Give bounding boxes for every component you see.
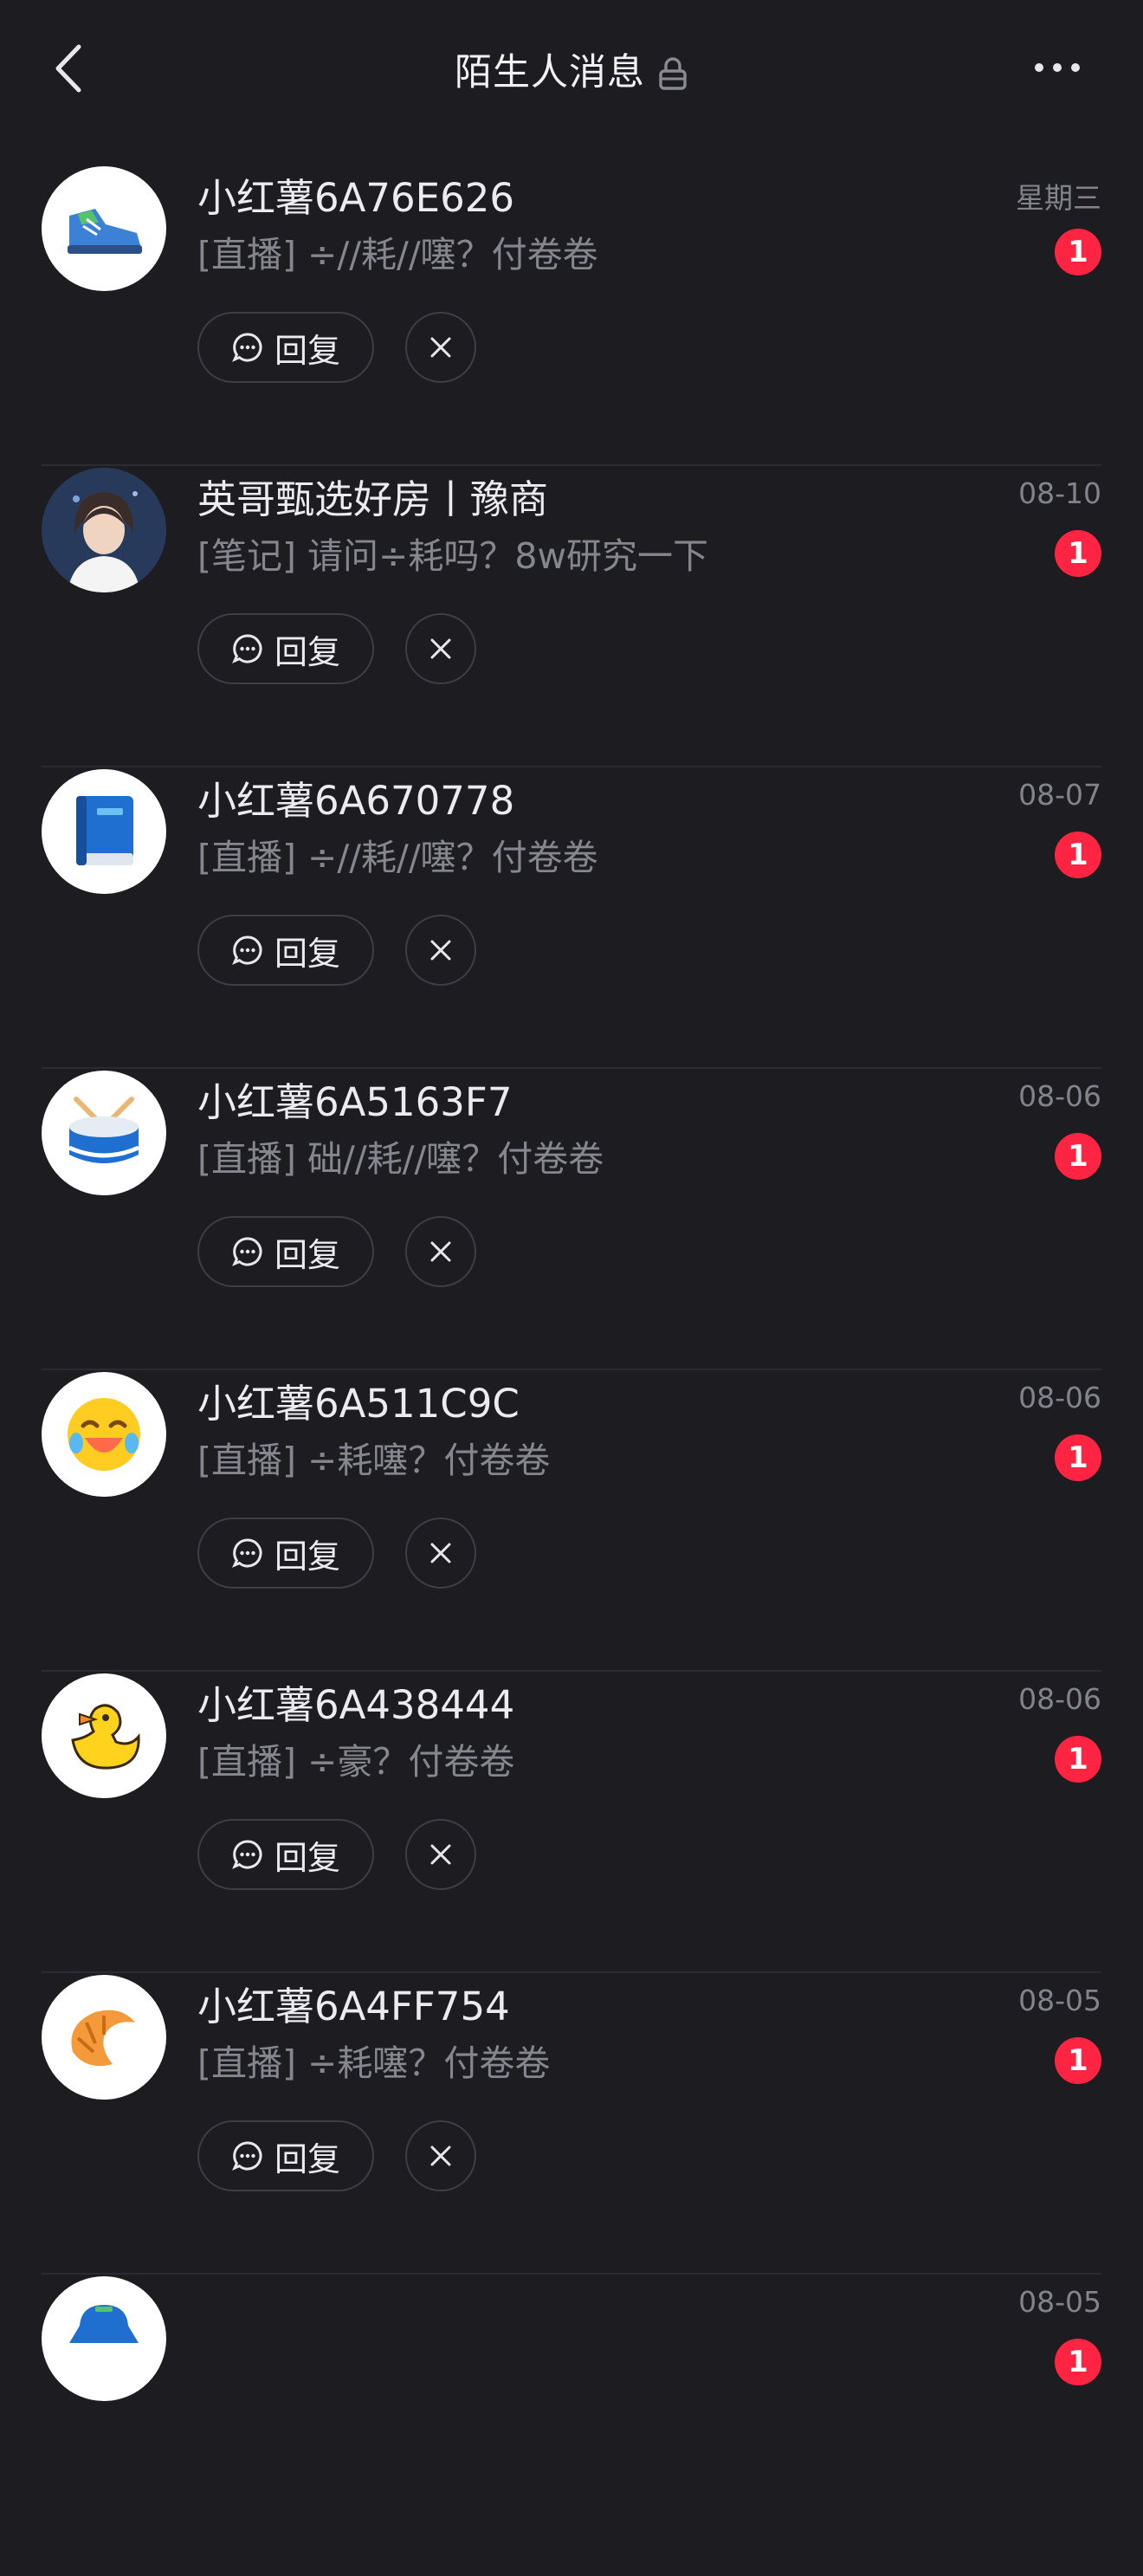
- book-icon: [76, 796, 133, 865]
- sender-name: 小红薯6A76E626: [197, 175, 514, 221]
- sender-name: 小红薯6A438444: [197, 1682, 515, 1728]
- close-icon: [430, 1241, 451, 1262]
- reply-button[interactable]: 回复: [197, 1518, 374, 1589]
- message-list: 小红薯6A76E626 星期三 [直播] ÷//耗//噻？付卷卷 1 回复 英哥…: [0, 165, 1143, 2576]
- chat-bubble-icon: [232, 1840, 262, 1869]
- message-item[interactable]: 08-05 1: [0, 2275, 1143, 2576]
- chat-bubble-icon: [232, 634, 262, 663]
- unread-badge: 1: [1055, 832, 1101, 878]
- message-date: 08-06: [1018, 1079, 1101, 1113]
- message-preview: [直播] ÷//耗//噻？付卷卷: [197, 837, 598, 878]
- avatar[interactable]: [42, 1071, 166, 1195]
- reply-label: 回复: [274, 1537, 340, 1576]
- reply-button[interactable]: 回复: [197, 1819, 374, 1890]
- reply-button[interactable]: 回复: [197, 613, 374, 684]
- avatar[interactable]: [42, 1975, 166, 2100]
- close-icon: [430, 1844, 451, 1865]
- message-item[interactable]: 小红薯6A511C9C 08-06 [直播] ÷耗噻？付卷卷 1 回复: [0, 1370, 1143, 1672]
- reply-label: 回复: [274, 331, 340, 370]
- message-preview: [直播] ÷豪？付卷卷: [197, 1741, 515, 1783]
- unread-badge: 1: [1055, 530, 1101, 577]
- avatar[interactable]: [42, 1673, 166, 1798]
- more-button[interactable]: [1027, 50, 1088, 85]
- message-item[interactable]: 小红薯6A4FF754 08-05 [直播] ÷耗噻？付卷卷 1 回复: [0, 1973, 1143, 2275]
- close-icon: [430, 940, 451, 961]
- sender-name: 小红薯6A511C9C: [197, 1381, 520, 1427]
- message-date: 08-10: [1018, 476, 1101, 510]
- close-icon: [430, 1543, 451, 1563]
- avatar[interactable]: [42, 2276, 166, 2401]
- avatar[interactable]: [42, 166, 166, 291]
- sender-name: 小红薯6A4FF754: [197, 1984, 510, 2029]
- unread-badge: 1: [1055, 1736, 1101, 1783]
- chat-bubble-icon: [232, 1237, 262, 1266]
- page-title: 陌生人消息: [455, 51, 645, 94]
- top-bar: 陌生人消息: [0, 0, 1143, 137]
- sender-name: 英哥甄选好房丨豫商: [197, 476, 549, 522]
- hat-icon: [69, 2305, 139, 2343]
- sender-name: 小红薯6A5163F7: [197, 1079, 513, 1125]
- dismiss-button[interactable]: [405, 312, 476, 383]
- chat-bubble-icon: [232, 935, 262, 965]
- title-area: 陌生人消息: [0, 42, 1143, 97]
- message-item[interactable]: 小红薯6A438444 08-06 [直播] ÷豪？付卷卷 1 回复: [0, 1672, 1143, 1973]
- duck-icon: [71, 1704, 140, 1770]
- chat-bubble-icon: [232, 1538, 262, 1568]
- avatar[interactable]: [42, 1372, 166, 1497]
- message-item[interactable]: 小红薯6A5163F7 08-06 [直播] 础//耗//噻？付卷卷 1 回复: [0, 1069, 1143, 1370]
- close-icon: [430, 2146, 451, 2166]
- message-preview: [笔记] 请问÷耗吗？8w研究一下: [197, 535, 708, 577]
- close-icon: [430, 337, 451, 358]
- croissant-icon: [71, 2010, 135, 2067]
- lock-icon: [659, 57, 687, 90]
- reply-button[interactable]: 回复: [197, 1216, 374, 1287]
- chat-bubble-icon: [232, 333, 262, 362]
- reply-button[interactable]: 回复: [197, 2120, 374, 2191]
- unread-badge: 1: [1055, 1434, 1101, 1481]
- reply-label: 回复: [274, 632, 340, 671]
- unread-badge: 1: [1055, 1133, 1101, 1180]
- unread-badge: 1: [1055, 2339, 1101, 2385]
- dismiss-button[interactable]: [405, 1518, 476, 1589]
- laughing-face-icon: [68, 1398, 140, 1471]
- dismiss-button[interactable]: [405, 1216, 476, 1287]
- profile-photo: [42, 468, 166, 592]
- dismiss-button[interactable]: [405, 2120, 476, 2191]
- sneaker-icon: [68, 209, 142, 254]
- reply-button[interactable]: 回复: [197, 915, 374, 986]
- dismiss-button[interactable]: [405, 915, 476, 986]
- message-date: 星期三: [1016, 181, 1101, 215]
- message-preview: [直播] ÷耗噻？付卷卷: [197, 1440, 551, 1481]
- dismiss-button[interactable]: [405, 613, 476, 684]
- message-item[interactable]: 英哥甄选好房丨豫商 08-10 [笔记] 请问÷耗吗？8w研究一下 1 回复: [0, 466, 1143, 767]
- reply-label: 回复: [274, 2139, 340, 2178]
- reply-label: 回复: [274, 1235, 340, 1274]
- reply-label: 回复: [274, 1838, 340, 1877]
- message-date: 08-05: [1018, 2285, 1101, 2319]
- message-preview: [直播] ÷//耗//噻？付卷卷: [197, 234, 598, 275]
- message-date: 08-07: [1018, 778, 1101, 812]
- reply-button[interactable]: 回复: [197, 312, 374, 383]
- avatar[interactable]: [42, 468, 166, 592]
- message-date: 08-05: [1018, 1984, 1101, 2017]
- unread-badge: 1: [1055, 2037, 1101, 2084]
- chat-bubble-icon: [232, 2141, 262, 2171]
- more-dots-icon: [1035, 63, 1080, 72]
- message-item[interactable]: 小红薯6A76E626 星期三 [直播] ÷//耗//噻？付卷卷 1 回复: [0, 165, 1143, 466]
- message-date: 08-06: [1018, 1682, 1101, 1716]
- unread-badge: 1: [1055, 229, 1101, 275]
- message-preview: [直播] 础//耗//噻？付卷卷: [197, 1138, 604, 1180]
- reply-label: 回复: [274, 934, 340, 973]
- close-icon: [430, 638, 451, 659]
- sender-name: 小红薯6A670778: [197, 778, 515, 824]
- message-item[interactable]: 小红薯6A670778 08-07 [直播] ÷//耗//噻？付卷卷 1 回复: [0, 767, 1143, 1069]
- dismiss-button[interactable]: [405, 1819, 476, 1890]
- message-date: 08-06: [1018, 1381, 1101, 1414]
- avatar[interactable]: [42, 769, 166, 894]
- drum-icon: [68, 1097, 140, 1163]
- message-preview: [直播] ÷耗噻？付卷卷: [197, 2042, 551, 2084]
